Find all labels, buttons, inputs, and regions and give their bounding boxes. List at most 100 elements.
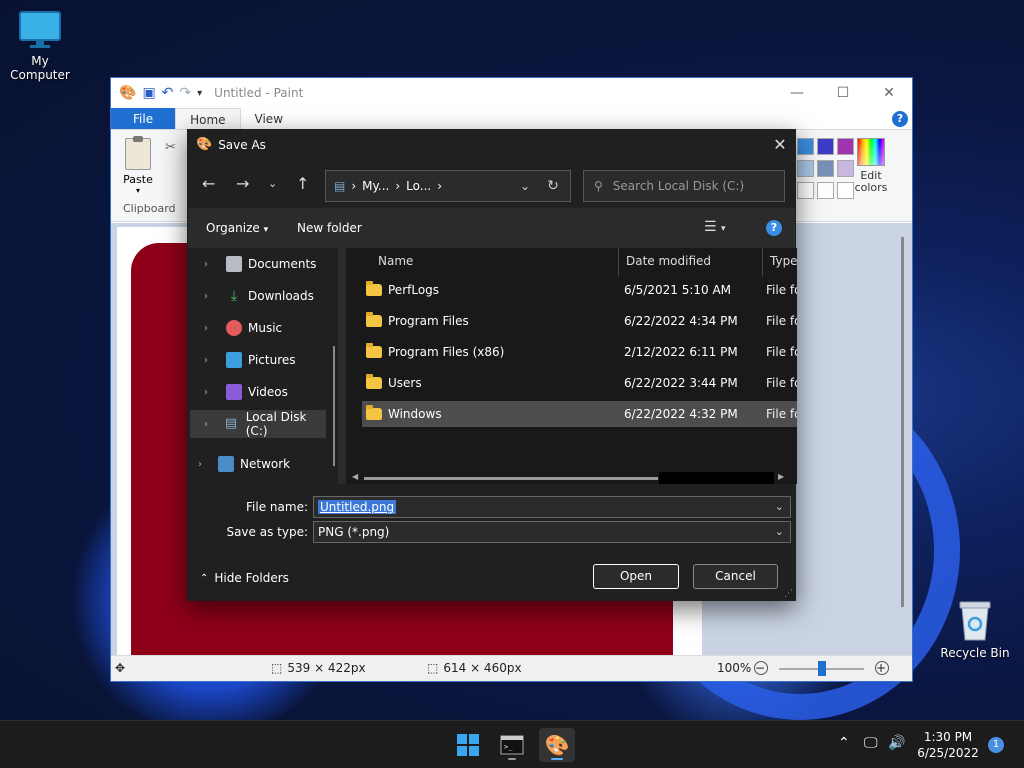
maximize-icon[interactable]: ☐ xyxy=(820,85,866,101)
customize-qa-icon[interactable]: ▾ xyxy=(197,88,202,99)
column-date-modified[interactable]: Date modified xyxy=(626,254,711,268)
paste-button[interactable]: Paste ▾ xyxy=(121,136,155,195)
zoom-slider-thumb[interactable] xyxy=(818,661,826,676)
minimize-icon[interactable]: — xyxy=(774,85,820,101)
expand-icon[interactable]: › xyxy=(198,459,214,470)
expand-icon[interactable]: › xyxy=(204,259,220,270)
search-icon: ⚲ xyxy=(594,179,603,193)
breadcrumb-item[interactable]: Lo... xyxy=(406,179,431,193)
color-swatch[interactable] xyxy=(817,160,834,177)
file-row[interactable]: Program Files 6/22/2022 4:34 PM File fo xyxy=(362,308,797,334)
chevron-down-icon[interactable]: ⌄ xyxy=(775,525,784,538)
scroll-right-icon[interactable]: ▶ xyxy=(778,472,784,481)
close-icon[interactable]: ✕ xyxy=(765,135,795,154)
expand-icon[interactable]: › xyxy=(204,419,219,430)
nav-item-downloads[interactable]: › ⤓ Downloads xyxy=(188,282,338,310)
cancel-button[interactable]: Cancel xyxy=(693,564,778,589)
address-dropdown-icon[interactable]: ⌄ xyxy=(520,179,530,193)
nav-item-network[interactable]: › Network xyxy=(188,450,338,478)
color-swatch[interactable] xyxy=(797,138,814,155)
nav-item-local-disk[interactable]: › ▤ Local Disk (C:) xyxy=(190,410,326,438)
paste-label: Paste xyxy=(123,173,153,186)
file-row[interactable]: PerfLogs 6/5/2021 5:10 AM File fo xyxy=(362,277,797,303)
show-hidden-icons[interactable]: ⌃ xyxy=(838,735,850,751)
file-list: ⌃ Name Date modified Type PerfLogs 6/5/2… xyxy=(346,248,797,484)
help-icon[interactable]: ? xyxy=(892,111,908,127)
redo-icon[interactable]: ↷ xyxy=(179,85,191,101)
expand-icon[interactable]: › xyxy=(204,387,220,398)
sort-ascending-icon: ⌃ xyxy=(494,248,502,254)
forward-icon[interactable]: → xyxy=(236,174,249,193)
file-name-input[interactable]: Untitled.png ⌄ xyxy=(313,496,791,518)
search-box[interactable]: ⚲ Search Local Disk (C:) xyxy=(583,170,785,202)
zoom-out-button[interactable]: − xyxy=(754,661,768,675)
nav-item-documents[interactable]: › Documents xyxy=(188,250,338,278)
nav-pane-scrollbar[interactable] xyxy=(333,346,335,466)
column-type[interactable]: Type xyxy=(770,254,797,268)
taskbar-app-paint[interactable]: 🎨 xyxy=(539,728,575,762)
color-swatch[interactable] xyxy=(837,138,854,155)
file-row[interactable]: Program Files (x86) 2/12/2022 6:11 PM Fi… xyxy=(362,339,797,365)
notification-badge[interactable]: 1 xyxy=(988,737,1004,753)
network-status-icon[interactable]: 🖵 xyxy=(864,735,878,751)
file-name-value[interactable]: Untitled.png xyxy=(318,500,397,514)
save-type-select[interactable]: PNG (*.png) ⌄ xyxy=(313,521,791,543)
column-name[interactable]: Name xyxy=(378,254,413,268)
undo-icon[interactable]: ↶ xyxy=(162,85,174,101)
resize-grip-icon[interactable]: ⋰ xyxy=(784,589,793,599)
breadcrumb-item[interactable]: My... xyxy=(362,179,389,193)
scroll-left-icon[interactable]: ◀ xyxy=(352,472,358,481)
system-clock[interactable]: 1:30 PM 6/25/2022 xyxy=(908,729,988,761)
search-input[interactable]: Search Local Disk (C:) xyxy=(613,179,744,193)
file-name: Program Files (x86) xyxy=(388,345,505,359)
view-options-icon[interactable]: ☰ ▾ xyxy=(704,219,726,235)
tab-home[interactable]: Home xyxy=(175,108,241,129)
volume-icon[interactable]: 🔊 xyxy=(888,735,905,751)
nav-item-videos[interactable]: › Videos xyxy=(188,378,338,406)
column-separator[interactable] xyxy=(762,248,763,276)
expand-icon[interactable]: › xyxy=(204,355,220,366)
taskbar-app-terminal[interactable]: >_ xyxy=(494,728,530,762)
nav-item-music[interactable]: › Music xyxy=(188,314,338,342)
file-row[interactable]: Users 6/22/2022 3:44 PM File fo xyxy=(362,370,797,396)
nav-item-label: Pictures xyxy=(248,353,296,367)
open-button[interactable]: Open xyxy=(593,564,679,589)
file-row-selected[interactable]: Windows 6/22/2022 4:32 PM File fo xyxy=(362,401,797,427)
start-button[interactable] xyxy=(450,728,486,762)
hide-folders-button[interactable]: ⌃ Hide Folders xyxy=(200,571,289,585)
scrollbar-thumb[interactable] xyxy=(364,477,658,480)
cut-icon[interactable]: ✂ xyxy=(165,140,176,155)
color-swatch[interactable] xyxy=(837,182,854,199)
nav-item-label: Local Disk (C:) xyxy=(245,410,307,438)
recent-locations-icon[interactable]: ⌄ xyxy=(268,177,277,190)
nav-item-pictures[interactable]: › Pictures xyxy=(188,346,338,374)
file-list-horizontal-scrollbar[interactable]: ◀ ▶ xyxy=(352,472,786,484)
edit-colors-button[interactable]: Edit colors xyxy=(853,170,889,194)
organize-button[interactable]: Organize ▾ xyxy=(206,221,268,235)
back-icon[interactable]: ← xyxy=(202,174,215,193)
column-separator[interactable] xyxy=(618,248,619,276)
close-icon[interactable]: ✕ xyxy=(866,85,912,101)
expand-icon[interactable]: › xyxy=(204,291,220,302)
refresh-icon[interactable]: ↻ xyxy=(536,178,570,194)
canvas-vertical-scrollbar[interactable] xyxy=(901,237,904,607)
paint-statusbar: ✥ ⬚ 539 × 422px ⬚ 614 × 460px 100% − + xyxy=(111,655,912,681)
color-swatch[interactable] xyxy=(817,138,834,155)
up-icon[interactable]: ↑ xyxy=(296,174,309,193)
help-icon[interactable]: ? xyxy=(766,220,782,236)
tab-file[interactable]: File xyxy=(111,108,176,129)
chevron-down-icon[interactable]: ⌄ xyxy=(775,500,784,513)
new-folder-button[interactable]: New folder xyxy=(297,221,362,235)
color-swatch[interactable] xyxy=(837,160,854,177)
desktop-icon-recycle-bin[interactable]: Recycle Bin xyxy=(935,598,1015,660)
save-icon[interactable]: ▣ xyxy=(142,85,155,101)
tab-view[interactable]: View xyxy=(241,108,297,129)
color-swatch[interactable] xyxy=(797,182,814,199)
zoom-in-button[interactable]: + xyxy=(875,661,889,675)
expand-icon[interactable]: › xyxy=(204,323,220,334)
color-swatch[interactable] xyxy=(797,160,814,177)
address-bar[interactable]: ▤ › My... › Lo... › ⌄ ↻ xyxy=(325,170,571,202)
edit-colors-icon[interactable] xyxy=(857,138,885,166)
desktop-icon-my-computer[interactable]: My Computer xyxy=(0,10,80,82)
color-swatch[interactable] xyxy=(817,182,834,199)
